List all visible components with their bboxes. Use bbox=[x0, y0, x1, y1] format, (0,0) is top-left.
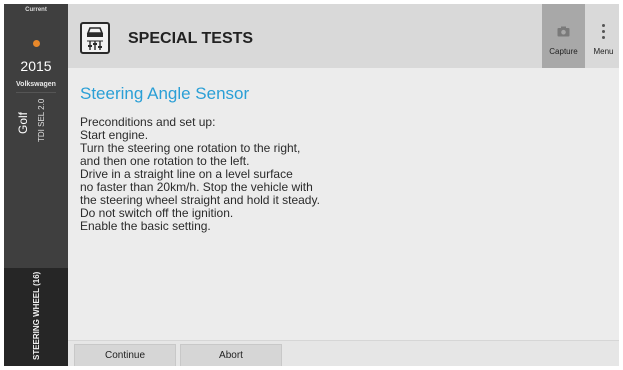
module-label[interactable]: STEERING WHEEL (16) bbox=[32, 272, 41, 360]
abort-button[interactable]: Abort bbox=[180, 344, 282, 366]
main-content: Steering Angle Sensor Preconditions and … bbox=[68, 68, 619, 340]
page-title: SPECIAL TESTS bbox=[128, 30, 254, 47]
vehicle-trim: TDI SEL 2.0 bbox=[37, 98, 46, 142]
vehicle-sidebar: Current 2015 Volkswagen Golf TDI SEL 2.0… bbox=[4, 4, 68, 366]
instructions: Preconditions and set up: Start engine. … bbox=[80, 116, 320, 233]
current-label: Current bbox=[25, 7, 47, 13]
app-frame: Current 2015 Volkswagen Golf TDI SEL 2.0… bbox=[4, 4, 619, 366]
continue-button[interactable]: Continue bbox=[74, 344, 176, 366]
divider bbox=[16, 92, 56, 93]
instruction-line: Enable the basic setting. bbox=[80, 219, 211, 233]
car-tools-icon bbox=[80, 22, 110, 54]
status-dot bbox=[33, 40, 40, 47]
camera-icon bbox=[557, 24, 570, 42]
footer-bar: Continue Abort bbox=[68, 340, 619, 366]
capture-label: Capture bbox=[549, 47, 578, 56]
menu-button[interactable]: Menu bbox=[588, 4, 619, 68]
capture-button[interactable]: Capture bbox=[542, 4, 585, 68]
test-title: Steering Angle Sensor bbox=[80, 84, 250, 103]
vehicle-year: 2015 bbox=[20, 58, 52, 74]
overflow-menu-icon bbox=[602, 24, 605, 42]
vehicle-make: Volkswagen bbox=[16, 81, 56, 88]
menu-label: Menu bbox=[593, 47, 614, 56]
vehicle-model: Golf bbox=[16, 111, 30, 134]
header-bar: SPECIAL TESTS Capture Menu bbox=[68, 4, 619, 68]
